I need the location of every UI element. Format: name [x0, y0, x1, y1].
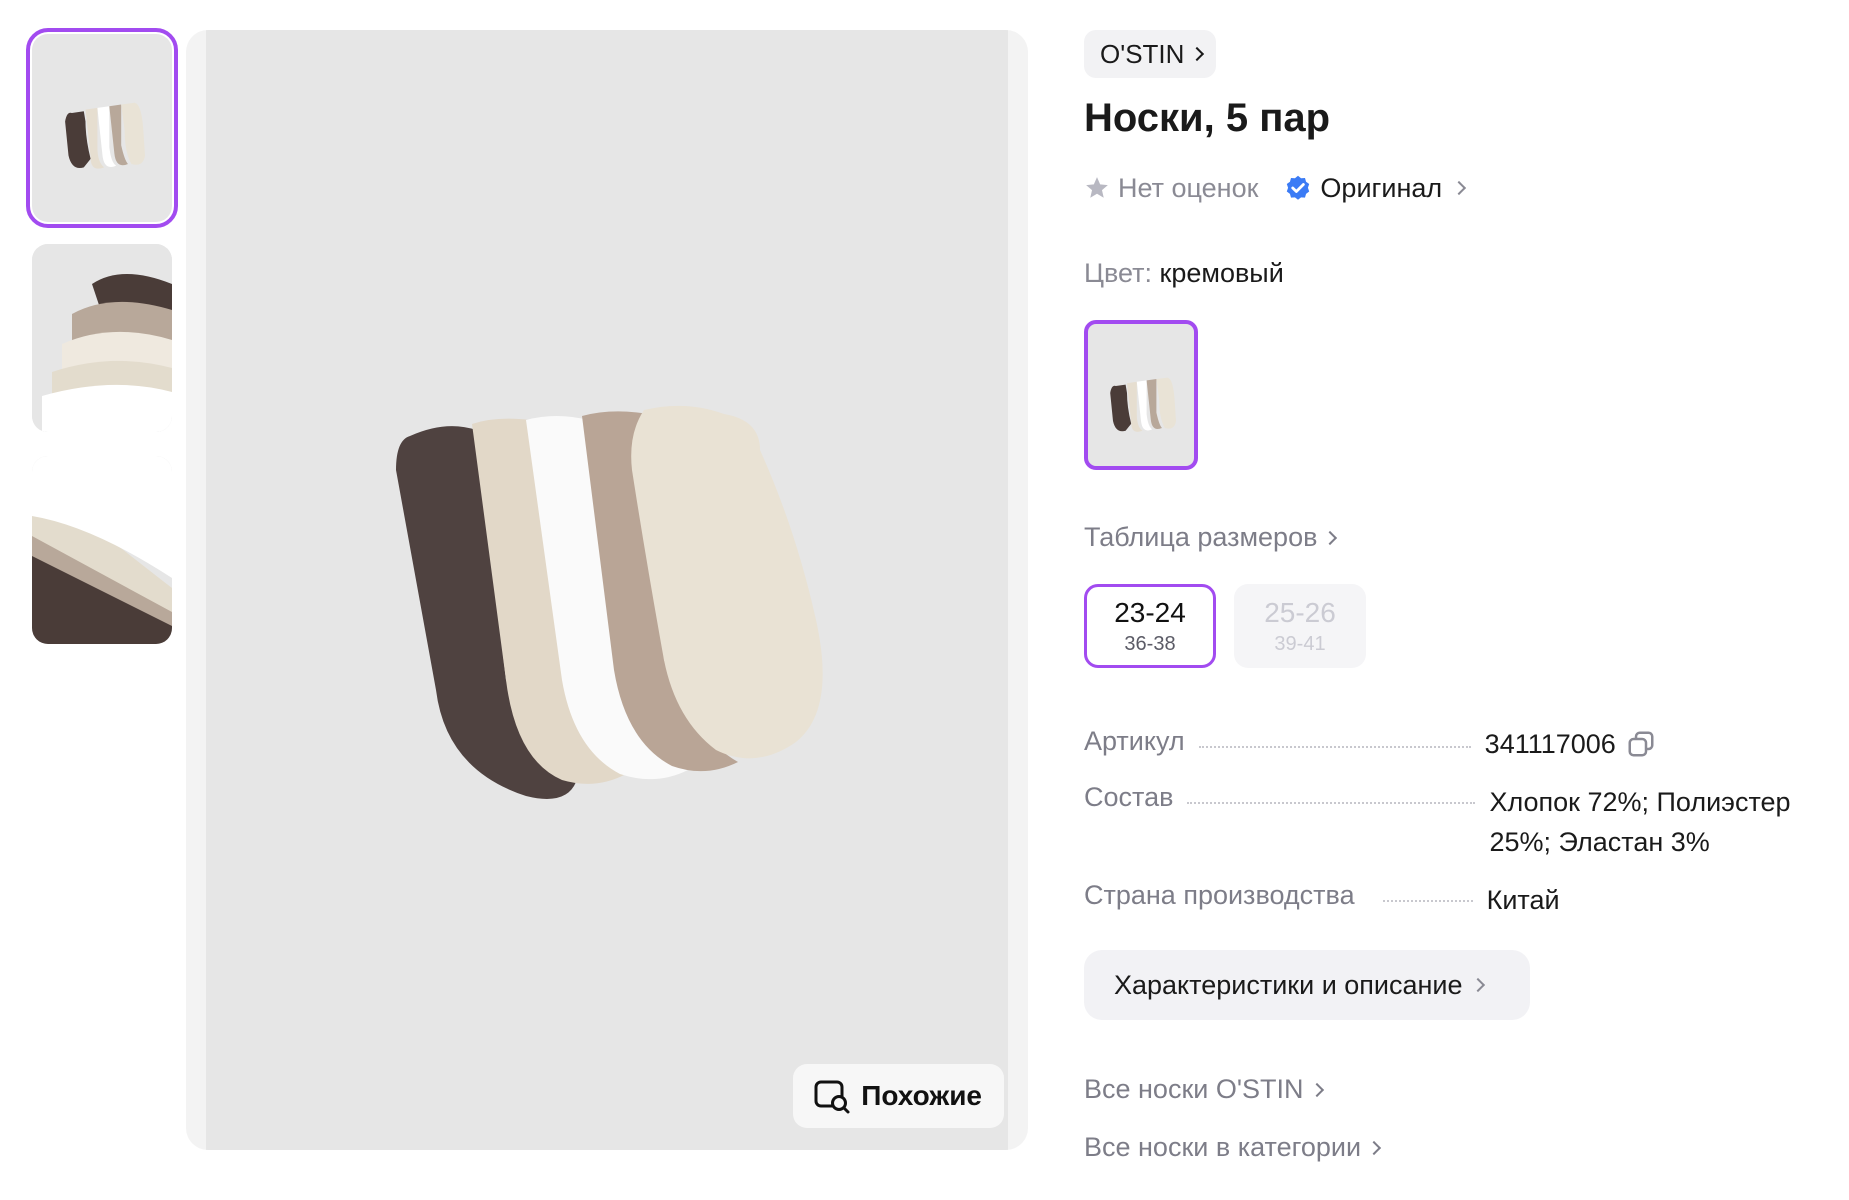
link-label: Все носки в категории: [1084, 1132, 1362, 1162]
chevron-right-icon: [1470, 977, 1485, 993]
product-title: Носки, 5 пар: [1084, 96, 1331, 140]
chevron-right-icon: [1452, 180, 1467, 196]
color-row: Цвет: кремовый: [1084, 258, 1284, 289]
socks-stack-thumbnail-image: [32, 244, 172, 432]
all-brand-socks-link[interactable]: Все носки O'STIN: [1084, 1074, 1324, 1105]
socks-thumbnail-image: [65, 102, 145, 169]
chevron-right-icon: [1309, 1082, 1324, 1097]
color-value: кремовый: [1159, 258, 1284, 288]
spec-leader: [1382, 880, 1473, 902]
similar-button-label: Похожие: [861, 1080, 982, 1111]
spec-key: Артикул: [1084, 726, 1185, 756]
color-label: Цвет:: [1084, 258, 1153, 288]
copy-icon[interactable]: [1626, 729, 1656, 759]
size-main: 23-24: [1114, 596, 1186, 628]
main-image-canvas: [206, 30, 1008, 1150]
gallery-thumbnail-2[interactable]: [32, 244, 172, 432]
article-number: 341117006: [1484, 729, 1616, 759]
similar-button[interactable]: Похожие: [793, 1064, 1004, 1128]
size-option-1[interactable]: 23-24 36-38: [1084, 584, 1216, 668]
original-link[interactable]: Оригинал: [1284, 172, 1467, 204]
image-search-icon: [814, 1080, 850, 1114]
spec-value-wrap: 341117006: [1485, 726, 1656, 762]
spec-value: Хлопок 72%; Полиэстер 25%; Эластан 3%: [1489, 787, 1791, 857]
spec-value: Китай: [1486, 885, 1560, 915]
spec-row-country: Страна производства Китай: [1084, 880, 1849, 920]
spec-row-article: Артикул 341117006: [1084, 726, 1849, 762]
characteristics-label: Характеристики и описание: [1114, 969, 1463, 1000]
original-label: Оригинал: [1320, 172, 1443, 203]
brand-link[interactable]: O'STIN: [1084, 30, 1217, 78]
chevron-right-icon: [1190, 46, 1205, 62]
chevron-right-icon: [1323, 530, 1338, 545]
socks-swatch-image: [1110, 377, 1176, 432]
gallery-thumbnail-1[interactable]: [26, 28, 178, 228]
socks-closeup-thumbnail-image: [32, 456, 172, 644]
spec-leader: [1187, 782, 1476, 804]
all-category-socks-link[interactable]: Все носки в категории: [1084, 1132, 1382, 1163]
brand-name: O'STIN: [1100, 38, 1185, 69]
color-swatch-cream[interactable]: [1084, 320, 1198, 470]
chevron-right-icon: [1366, 1140, 1382, 1155]
rating-row: Нет оценок Оригинал: [1084, 170, 1467, 206]
verified-badge-icon: [1287, 175, 1310, 200]
gallery-thumbnail-3[interactable]: [32, 456, 172, 644]
spec-row-composition: Состав Хлопок 72%; Полиэстер 25%; Эласта…: [1084, 782, 1849, 862]
size-table-label: Таблица размеров: [1084, 522, 1318, 552]
size-table-link[interactable]: Таблица размеров: [1084, 522, 1338, 553]
link-label: Все носки O'STIN: [1084, 1074, 1304, 1104]
characteristics-button[interactable]: Характеристики и описание: [1084, 950, 1530, 1020]
star-icon: [1086, 177, 1108, 198]
rating-text: Нет оценок: [1118, 172, 1259, 203]
socks-main-image: [396, 405, 823, 799]
spec-leader: [1198, 726, 1471, 748]
spec-key: Страна производства: [1084, 880, 1355, 910]
size-sub: 36-38: [1124, 632, 1176, 655]
spec-key: Состав: [1084, 782, 1174, 812]
size-sub: 39-41: [1274, 632, 1326, 655]
main-product-image[interactable]: Похожие: [186, 30, 1028, 1150]
size-option-2[interactable]: 25-26 39-41: [1234, 584, 1366, 668]
size-main: 25-26: [1264, 596, 1336, 628]
